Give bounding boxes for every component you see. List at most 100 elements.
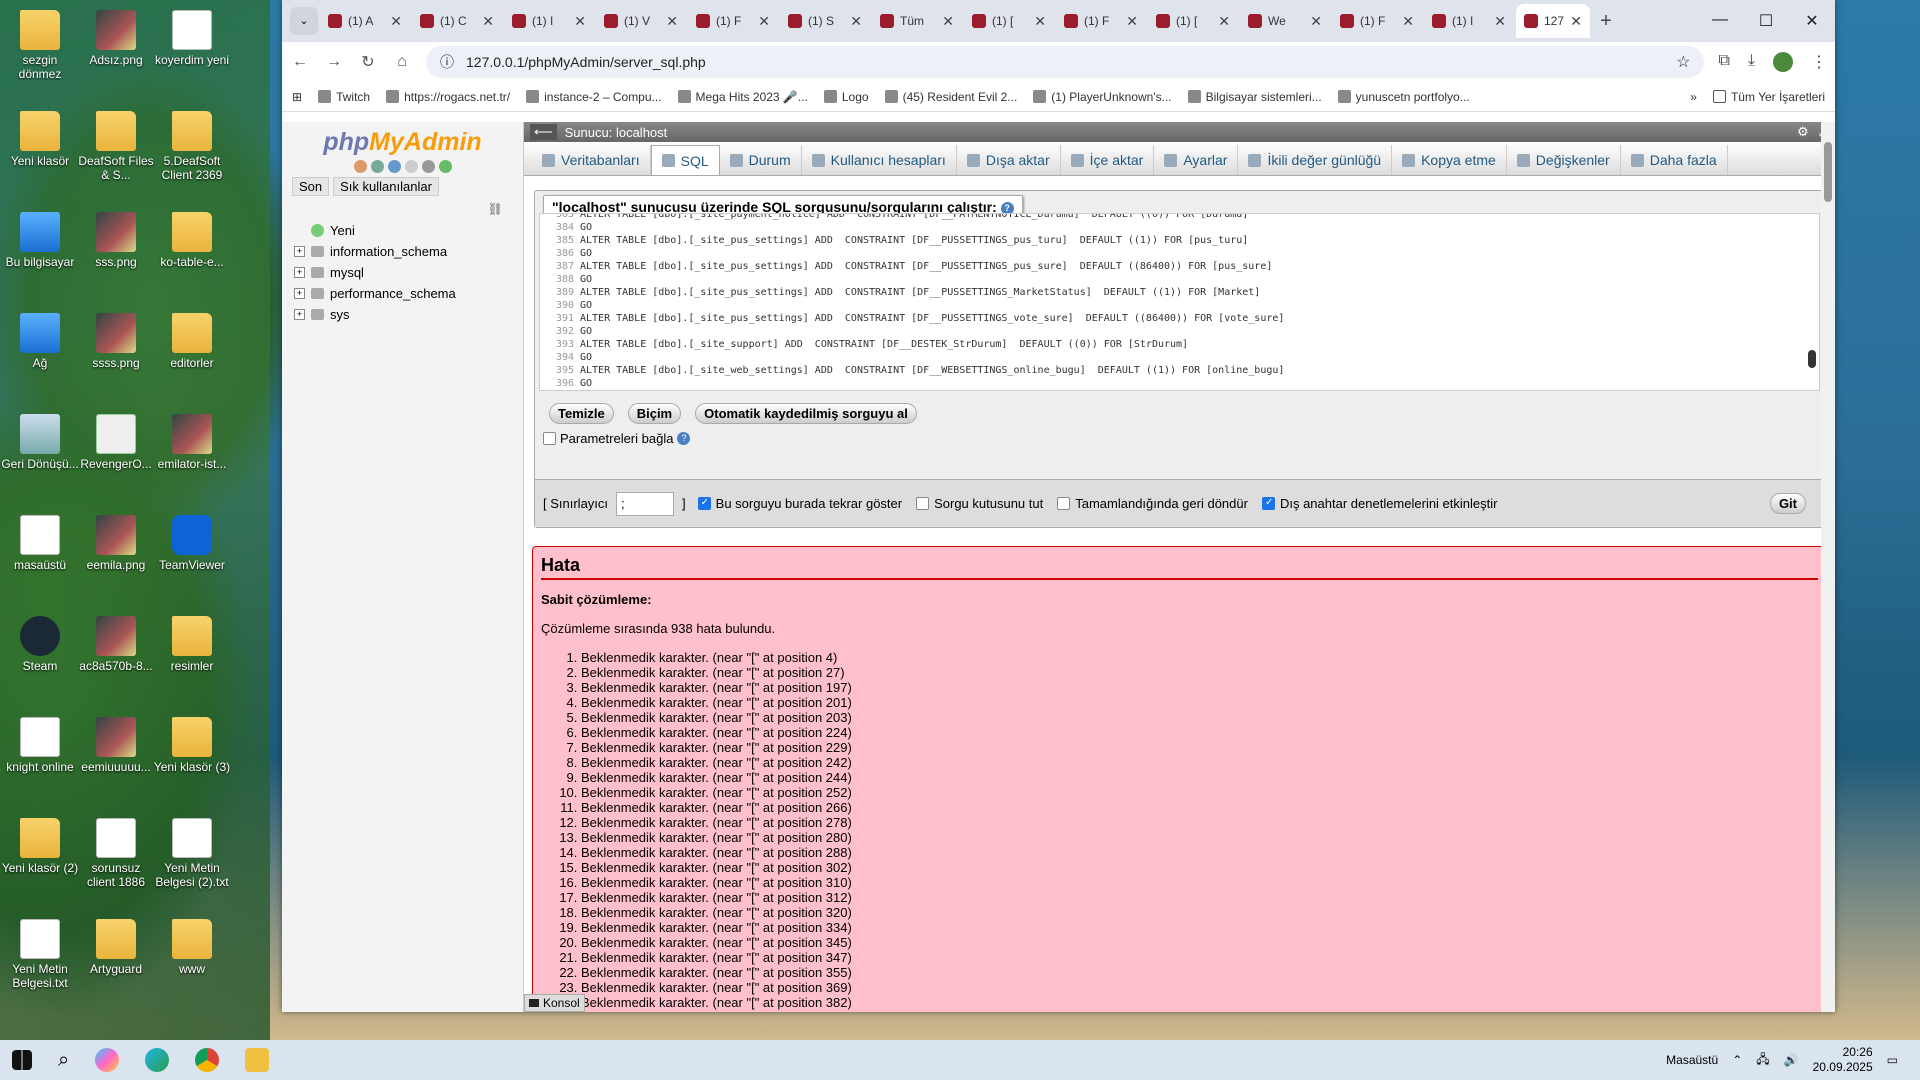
desktop-icon[interactable]: Yeni klasör (2) [0,818,80,875]
desktop-label[interactable]: Masaüstü [1666,1053,1718,1067]
browser-tab[interactable]: (1) I ✕ [1424,4,1514,38]
forward-icon[interactable]: → [324,53,344,71]
format-button[interactable]: Biçim [627,403,682,424]
browser-tab[interactable]: (1) F ✕ [1056,4,1146,38]
bookmarks-more-icon[interactable]: » [1690,90,1697,104]
tree-database[interactable]: + performance_schema [294,283,523,304]
tab-search-button[interactable]: ⌄ [290,7,318,35]
apps-icon[interactable]: ⊞ [292,90,302,104]
all-bookmarks[interactable]: Tüm Yer İşaretleri [1712,90,1825,104]
tree-database[interactable]: + information_schema [294,241,523,262]
get-autosaved-query-button[interactable]: Otomatik kaydedilmiş sorguyu al [695,403,917,424]
favorites-tab[interactable]: Sık kullanılanlar [333,177,439,196]
console-toggle[interactable]: Konsol [524,994,585,1012]
desktop-icon[interactable]: editorler [152,313,232,370]
reload-icon[interactable]: ↻ [358,52,378,72]
close-tab-icon[interactable]: ✕ [574,13,586,30]
desktop-icon[interactable]: sss.png [76,212,156,269]
close-tab-icon[interactable]: ✕ [1494,13,1506,30]
docs-icon[interactable] [387,160,401,173]
browser-tab[interactable]: 127 ✕ [1516,4,1590,38]
editor-scrollbar[interactable] [1807,216,1817,386]
menu-item[interactable]: Durum [720,145,802,175]
desktop-icon[interactable]: sezgin dönmez [0,10,80,81]
close-tab-icon[interactable]: ✕ [1218,13,1230,30]
bookmark-item[interactable]: yunuscetn portfolyo... [1337,90,1470,104]
desktop-icon[interactable]: www [152,919,232,976]
windows-start-icon[interactable] [12,1050,32,1070]
desktop-icon[interactable]: masaüstü [0,515,80,572]
sql-docs-icon[interactable] [404,160,418,173]
tree-new[interactable]: Yeni [294,220,523,241]
menu-item[interactable]: SQL [650,145,720,175]
desktop-icon[interactable]: Yeni klasör (3) [152,717,232,774]
new-tab-button[interactable]: + [1592,10,1620,33]
bookmark-item[interactable]: Bilgisayar sistemleri... [1187,90,1322,104]
desktop-icon[interactable]: Artyguard [76,919,156,976]
menu-item[interactable]: Kopya etme [1392,145,1507,175]
browser-tab[interactable]: (1) I ✕ [504,4,594,38]
menu-item[interactable]: Kullanıcı hesapları [802,145,957,175]
menu-item[interactable]: Veritabanları [532,145,651,175]
home-icon[interactable] [353,160,367,173]
bookmark-item[interactable]: instance-2 – Compu... [526,90,662,104]
desktop-icon[interactable]: Ağ [0,313,80,370]
desktop-icon[interactable]: ac8a570b-8... [76,616,156,673]
bookmark-item[interactable]: Twitch [318,90,370,104]
browser-tab[interactable]: (1) F ✕ [1332,4,1422,38]
browser-tab[interactable]: (1) A ✕ [320,4,410,38]
recent-tab[interactable]: Son [292,177,330,196]
sql-editor[interactable]: 383 ALTER TABLE [dbo].[_site_payment_noti… [539,213,1820,391]
menu-item[interactable]: Dışa aktar [957,145,1061,175]
server-label[interactable]: Sunucu: localhost [565,125,668,140]
bookmark-item[interactable]: (1) PlayerUnknown's... [1033,90,1172,104]
option-checkbox[interactable] [1057,497,1071,510]
link-with-main-icon[interactable]: ⛓ [488,202,503,216]
pma-logo[interactable]: phpMyAdmin [282,128,523,157]
close-tab-icon[interactable]: ✕ [1402,13,1414,30]
desktop-icon[interactable]: Bu bilgisayar [0,212,80,269]
profile-avatar[interactable] [1773,52,1793,72]
go-button[interactable]: Git [1769,493,1806,514]
menu-item[interactable]: Değişkenler [1507,145,1621,175]
menu-item[interactable]: Daha fazla [1621,145,1728,175]
bookmark-item[interactable]: Mega Hits 2023 🎤... [677,90,808,104]
download-icon[interactable]: ⤓ [1748,52,1755,72]
desktop-icon[interactable]: Yeni Metin Belgesi.txt [0,919,80,990]
desktop-icon[interactable]: emilator-ist... [152,414,232,471]
tree-database[interactable]: + sys [294,304,523,325]
menu-item[interactable]: Ayarlar [1154,145,1239,175]
desktop-icon[interactable]: ko-table-e... [152,212,232,269]
browser-tab[interactable]: (1) V ✕ [596,4,686,38]
option-checkbox[interactable] [697,497,711,510]
clear-button[interactable]: Temizle [549,403,614,424]
close-tab-icon[interactable]: ✕ [1570,13,1582,30]
desktop-icon[interactable]: RevengerO... [76,414,156,471]
desktop-icon[interactable]: sorunsuz client 1886 [76,818,156,889]
option-checkbox[interactable] [1261,497,1275,510]
help-icon[interactable]: ? [677,432,691,445]
reload-nav-icon[interactable] [438,160,452,173]
tree-database[interactable]: + mysql [294,262,523,283]
browser-tab[interactable]: (1) C ✕ [412,4,502,38]
desktop-icon[interactable]: eemiuuuuu... [76,717,156,774]
close-tab-icon[interactable]: ✕ [1034,13,1046,30]
extensions-icon[interactable]: ⧉ [1718,52,1729,72]
search-icon[interactable]: ⌕ [58,1049,69,1072]
browser-tab[interactable]: (1) F ✕ [688,4,778,38]
close-tab-icon[interactable]: ✕ [1126,13,1138,30]
back-icon[interactable]: ← [290,53,310,71]
menu-item[interactable]: İkili değer günlüğü [1238,145,1393,175]
browser-tab[interactable]: Tüm ✕ [872,4,962,38]
close-tab-icon[interactable]: ✕ [942,13,954,30]
desktop-icon[interactable]: knight online [0,717,80,774]
file-explorer-icon[interactable] [245,1048,270,1072]
desktop-icon[interactable]: DeafSoft Files & S... [76,111,156,182]
close-tab-icon[interactable]: ✕ [850,13,862,30]
maximize-icon[interactable]: ☐ [1743,11,1789,31]
settings-icon[interactable] [421,160,435,173]
close-tab-icon[interactable]: ✕ [1310,13,1322,30]
bookmark-item[interactable]: (45) Resident Evil 2... [884,90,1017,104]
bookmark-star-icon[interactable]: ☆ [1676,52,1690,72]
close-icon[interactable]: ✕ [1789,11,1835,31]
